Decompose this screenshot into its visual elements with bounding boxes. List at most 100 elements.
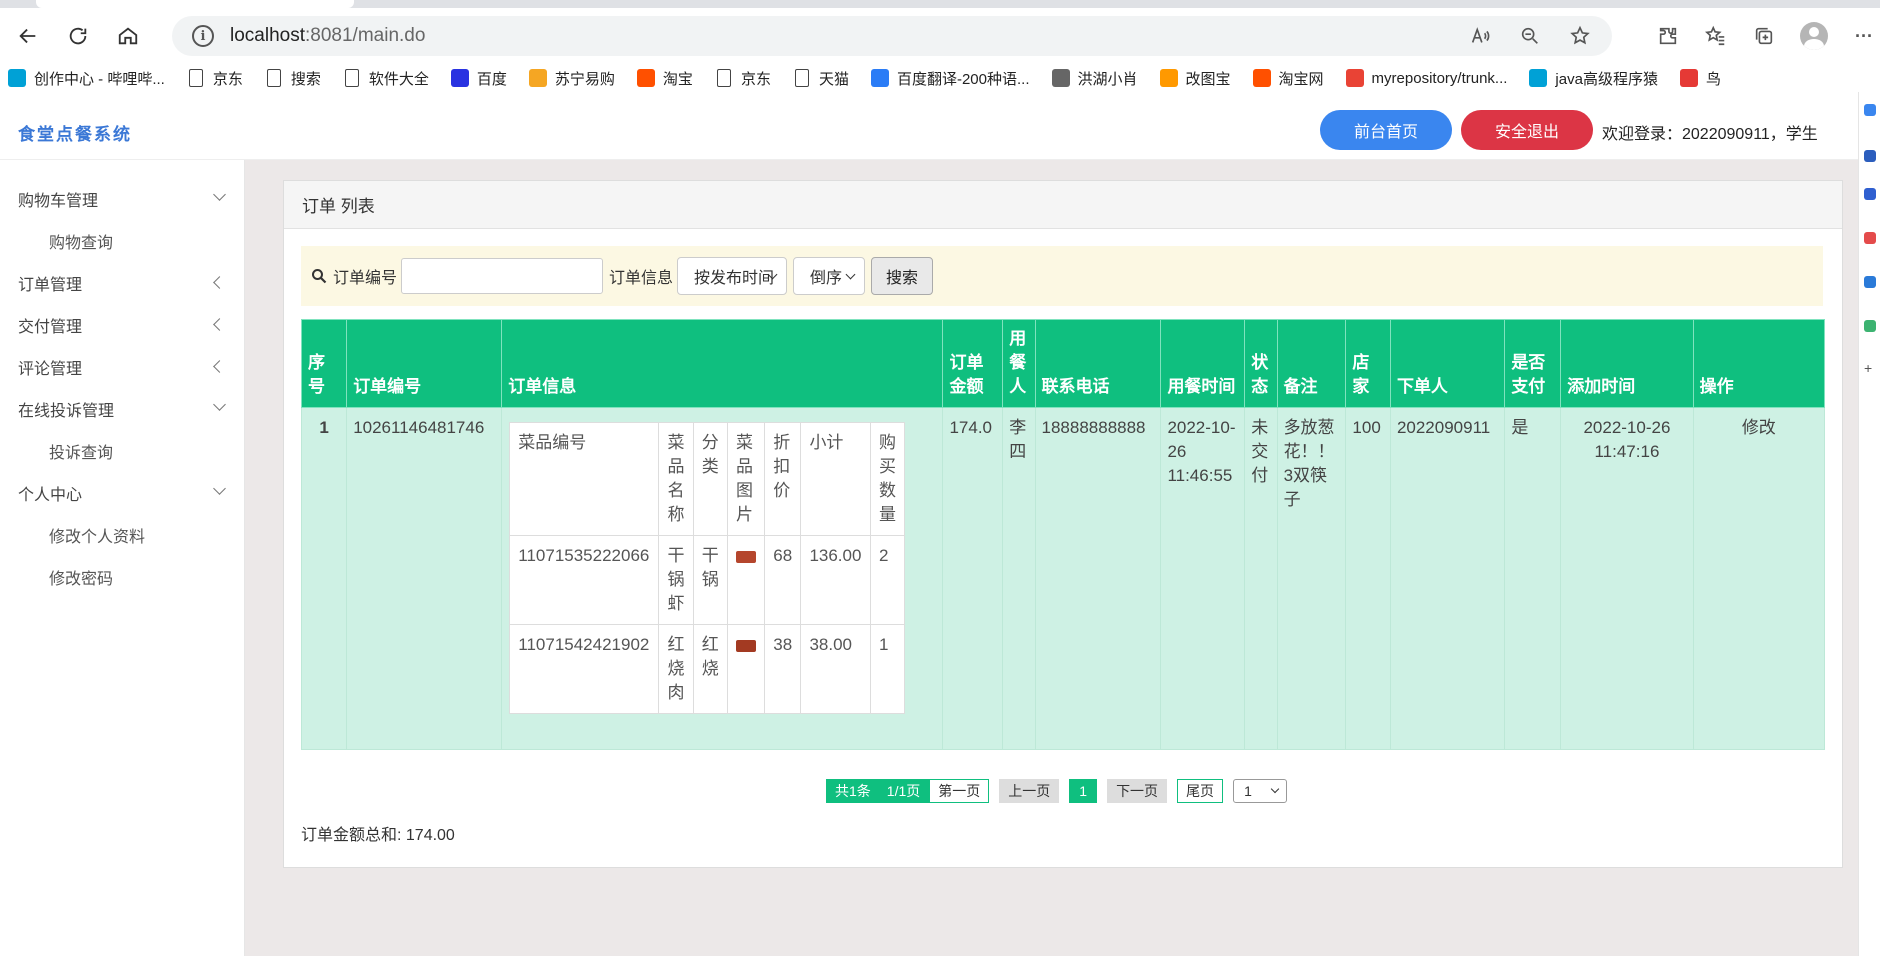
read-aloud-icon[interactable]: [1468, 24, 1492, 48]
sidebar-group[interactable]: 交付管理: [0, 304, 244, 346]
order-sum-text: 订单金额总和: 174.00: [301, 827, 455, 844]
item-qty: 1: [869, 624, 906, 714]
bookmark-item[interactable]: myrepository/trunk...: [1345, 69, 1508, 87]
bookmark-label: 淘宝网: [1278, 70, 1324, 88]
edge-tools-icon[interactable]: [1864, 320, 1876, 332]
chevron-down-icon: [213, 398, 226, 411]
pager-select-value: 1: [1244, 783, 1252, 799]
bookmark-item[interactable]: 京东: [187, 68, 243, 89]
bookmark-item[interactable]: 洪湖小肖: [1051, 68, 1138, 89]
bookmark-item[interactable]: 百度翻译-200种语...: [870, 68, 1030, 89]
bookmark-item[interactable]: 淘宝网: [1252, 68, 1324, 89]
cell-paid: 是: [1504, 407, 1562, 750]
edge-shopping-icon[interactable]: [1864, 150, 1876, 162]
sidebar-item[interactable]: 修改密码: [0, 556, 244, 598]
sidebar-item[interactable]: 购物查询: [0, 220, 244, 262]
bookmark-item[interactable]: 改图宝: [1159, 68, 1231, 89]
app-title: 食堂点餐系统: [18, 125, 132, 144]
site-info-icon[interactable]: i: [192, 25, 214, 47]
zoom-out-icon[interactable]: [1518, 24, 1542, 48]
sidebar-group-label: 订单管理: [18, 277, 83, 294]
bookmark-label: myrepository/trunk...: [1371, 69, 1508, 87]
bookmark-item[interactable]: 天猫: [793, 68, 849, 89]
bookmark-item[interactable]: 百度: [450, 68, 507, 89]
bookmark-item[interactable]: 创作中心 - 哔哩哔...: [8, 68, 165, 89]
favorite-add-icon[interactable]: [1568, 24, 1592, 48]
cell-index: 1: [300, 407, 348, 750]
front-home-button[interactable]: 前台首页: [1320, 110, 1452, 150]
bookmark-label: 软件大全: [368, 70, 429, 88]
order-no-input[interactable]: [401, 258, 604, 294]
sidebar-group[interactable]: 购物车管理: [0, 178, 244, 220]
bookmark-item[interactable]: 淘宝: [636, 68, 693, 89]
profile-avatar-icon[interactable]: [1800, 22, 1828, 50]
bookmark-item[interactable]: 鸟: [1679, 68, 1721, 89]
pager-current-page[interactable]: 1: [1069, 779, 1098, 803]
taobao-icon: [1252, 69, 1271, 87]
sidebar-group[interactable]: 在线投诉管理: [0, 388, 244, 430]
suning-icon: [528, 69, 547, 87]
sort-order-select[interactable]: 倒序: [793, 257, 866, 295]
address-bar[interactable]: i localhost:8081/main.do: [172, 16, 1612, 56]
welcome-text: 欢迎登录：2022090911，学生: [1602, 126, 1818, 143]
bookmark-item[interactable]: java高级程序猿: [1529, 68, 1658, 89]
sort-field-select[interactable]: 按发布时间: [677, 257, 788, 295]
edit-link[interactable]: 修改: [1692, 407, 1826, 750]
pager-last-button[interactable]: 尾页: [1177, 779, 1224, 803]
bookmark-label: 淘宝: [662, 70, 693, 88]
chevron-left-icon: [213, 276, 226, 289]
edge-people-icon[interactable]: [1864, 188, 1876, 200]
more-menu-icon[interactable]: ···: [1852, 24, 1876, 48]
cell-order-no: 10261146481746: [346, 407, 503, 750]
column-header: 是否支付: [1504, 319, 1562, 408]
sidebar-group[interactable]: 订单管理: [0, 262, 244, 304]
collections-icon[interactable]: [1752, 24, 1776, 48]
cell-amount: 174.0: [942, 407, 1004, 750]
sidebar-edge-strip: +: [1858, 92, 1880, 956]
pager-next-button[interactable]: 下一页: [1107, 779, 1168, 803]
extensions-icon[interactable]: [1656, 24, 1680, 48]
sidebar-group[interactable]: 个人中心: [0, 472, 244, 514]
column-header: 下单人: [1389, 319, 1506, 408]
back-icon[interactable]: [6, 14, 50, 58]
browser-tab-active[interactable]: [36, 0, 354, 8]
sidebar-group[interactable]: 评论管理: [0, 346, 244, 388]
url-host: localhost: [230, 25, 305, 46]
bookmark-item[interactable]: 京东: [715, 68, 771, 89]
reload-icon[interactable]: [56, 14, 100, 58]
chevron-down-icon: [213, 482, 226, 495]
bookmark-item[interactable]: 苏宁易购: [528, 68, 615, 89]
cell-orderer: 2022090911: [1389, 407, 1506, 750]
bilibili-icon: [8, 69, 26, 87]
bookmark-item[interactable]: 软件大全: [343, 68, 429, 89]
edge-search-icon[interactable]: [1864, 104, 1876, 116]
bookmark-label: java高级程序猿: [1555, 70, 1658, 88]
panel-title: 订单 列表: [284, 181, 1842, 229]
column-header: 订单金额: [942, 319, 1004, 408]
favorites-icon[interactable]: [1704, 24, 1728, 48]
bookmark-label: 搜索: [290, 70, 321, 88]
item-column-header: 菜品编号: [509, 422, 660, 536]
edge-add-icon[interactable]: +: [1864, 361, 1876, 375]
logout-button[interactable]: 安全退出: [1461, 110, 1593, 150]
item-category: 干锅: [692, 535, 728, 625]
chevron-left-icon: [213, 360, 226, 373]
bilibili-icon: [1529, 69, 1548, 87]
pager-prev-button[interactable]: 上一页: [999, 779, 1060, 803]
bookmark-item[interactable]: 搜索: [265, 68, 321, 89]
gaitubao-icon: [1159, 69, 1178, 87]
sidebar-group-label: 个人中心: [18, 487, 83, 504]
taobao-icon: [636, 69, 655, 87]
sidebar-item[interactable]: 修改个人资料: [0, 514, 244, 556]
search-icon: [312, 269, 327, 284]
edge-office-icon[interactable]: [1864, 276, 1876, 288]
sidebar-item[interactable]: 投诉查询: [0, 430, 244, 472]
url-text[interactable]: localhost:8081/main.do: [230, 25, 425, 47]
edge-games-icon[interactable]: [1864, 232, 1876, 244]
search-button[interactable]: 搜索: [871, 257, 934, 295]
pager-first-button[interactable]: 第一页: [929, 779, 990, 803]
column-header: 订单编号: [346, 319, 503, 408]
pager-page-select[interactable]: 1: [1233, 779, 1288, 803]
home-icon[interactable]: [106, 14, 150, 58]
page-icon: [715, 69, 733, 87]
